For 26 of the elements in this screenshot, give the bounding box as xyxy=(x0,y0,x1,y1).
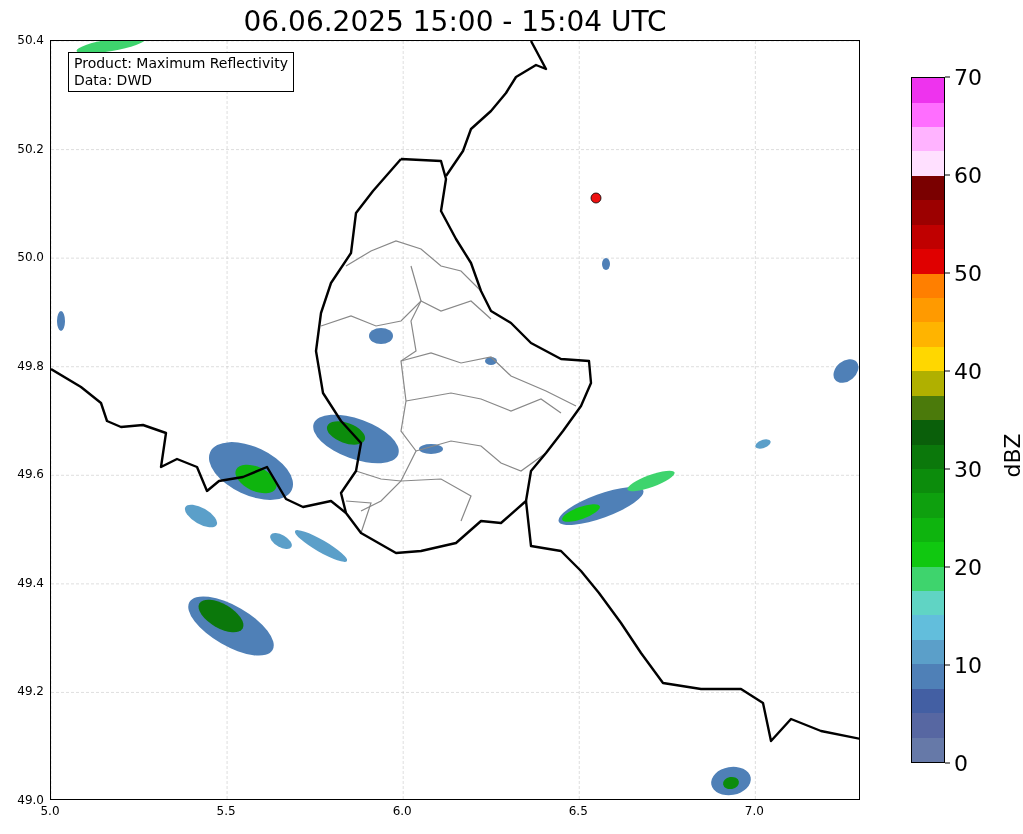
y-tick-label: 50.2 xyxy=(17,141,44,156)
info-text: Data: DWD xyxy=(74,72,153,89)
y-tick-label: 49.8 xyxy=(17,358,44,373)
colorbar-tick-label: 40 xyxy=(954,358,982,384)
chart-title: 06.06.2025 15:00 - 15:04 UTC xyxy=(242,4,668,40)
colorbar-tick-label: 70 xyxy=(954,64,982,90)
colorbar-tick-label: 60 xyxy=(954,162,982,188)
y-tick-label: 49.4 xyxy=(17,575,44,590)
colorbar-tick-label: 30 xyxy=(954,456,982,482)
x-tick-label: 5.5 xyxy=(216,804,236,818)
colorbar-label: dBZ xyxy=(999,433,1023,478)
y-tick-label: 50.4 xyxy=(17,33,44,47)
location-marker xyxy=(590,192,602,204)
x-tick-label: 7.0 xyxy=(744,804,764,818)
x-tick-label: 6.0 xyxy=(392,804,412,818)
colorbar-tick-label: 10 xyxy=(954,652,982,678)
x-tick-label: 6.5 xyxy=(568,804,588,818)
colorbar-tick-label: 20 xyxy=(954,554,982,580)
x-tick-label: 5.0 xyxy=(40,804,60,818)
y-tick-label: 49.2 xyxy=(17,684,44,699)
y-tick-label: 49.0 xyxy=(17,793,44,807)
info-text: Product: Maximum Reflectivity xyxy=(74,55,288,72)
y-tick-label: 50.0 xyxy=(17,250,44,265)
y-tick-label: 49.6 xyxy=(17,467,44,482)
colorbar-tick-label: 0 xyxy=(954,750,968,776)
colorbar-tick-label: 50 xyxy=(954,260,982,286)
